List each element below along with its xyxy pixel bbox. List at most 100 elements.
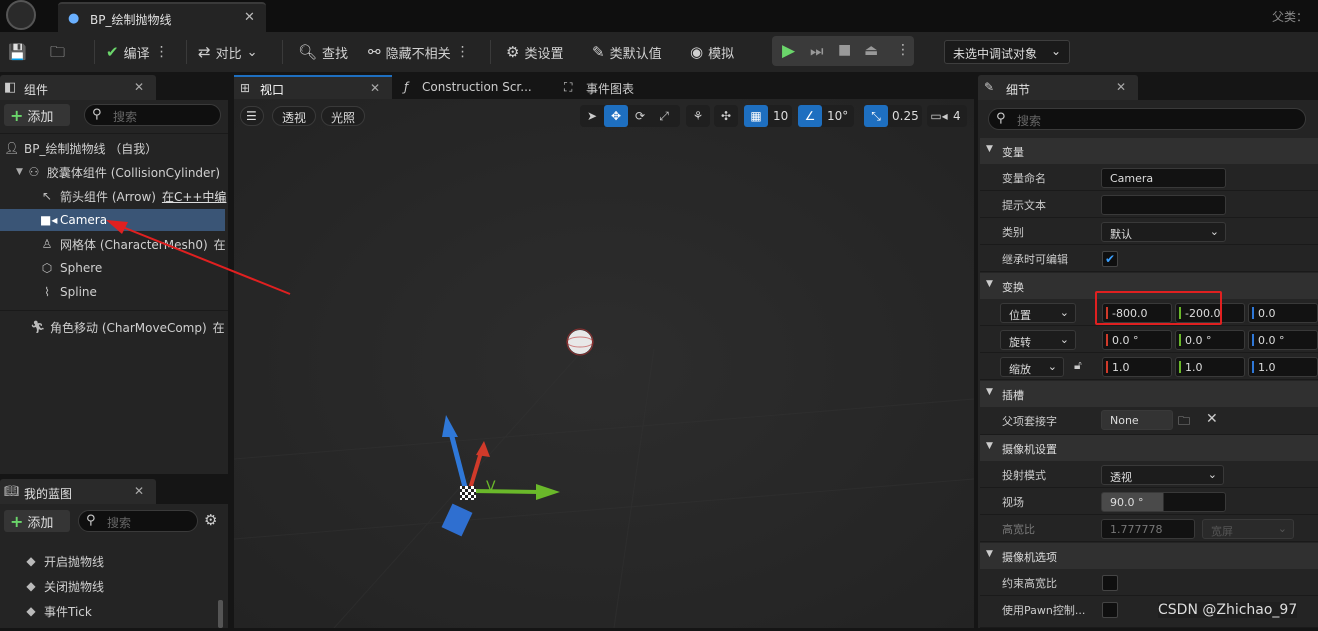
add-blueprint-item-button[interactable]: + 添加 bbox=[4, 510, 70, 532]
chevron-down-icon: ⌄ bbox=[1209, 225, 1219, 238]
simulate-icon: ◉ bbox=[690, 42, 704, 61]
rotation-y-field[interactable]: 0.0 ° bbox=[1175, 330, 1245, 350]
parent-class-label: 父类： bbox=[1271, 10, 1308, 24]
annotation-arrow bbox=[106, 220, 291, 295]
simulate-button[interactable]: ◉ 模拟 bbox=[690, 40, 734, 64]
simulate-label: 模拟 bbox=[708, 46, 735, 62]
location-mode-select[interactable]: 位置 ⌄ bbox=[1000, 303, 1076, 323]
editable-checkbox[interactable]: ✔ bbox=[1102, 251, 1118, 267]
step-icon[interactable]: ⏭ bbox=[810, 42, 824, 60]
collapse-arrow-icon: ▼ bbox=[986, 144, 993, 154]
pawn-control-checkbox[interactable] bbox=[1102, 602, 1118, 618]
section-camera-options[interactable]: ▼ 摄像机选项 bbox=[980, 543, 1318, 569]
sphere-component[interactable] bbox=[566, 328, 594, 356]
rotation-z-field[interactable]: 0.0 ° bbox=[1248, 330, 1318, 350]
list-item[interactable]: ◆ 关闭抛物线 bbox=[24, 575, 220, 597]
field-value: 默认 bbox=[1110, 228, 1132, 241]
debug-target-select[interactable]: 未选中调试对象 ⌄ bbox=[944, 40, 1070, 64]
rotation-x-field[interactable]: 0.0 ° bbox=[1102, 330, 1172, 350]
field-value: 0.0 ° bbox=[1112, 334, 1139, 347]
world-local-toggle[interactable]: ⚘ bbox=[686, 105, 710, 127]
field-label: 父项套接字 bbox=[1002, 415, 1057, 428]
rotate-tool-icon[interactable]: ⟳ bbox=[628, 105, 652, 127]
collapse-arrow-icon: ▼ bbox=[986, 387, 993, 397]
camera-speed-control[interactable]: ▭◂ 4 bbox=[927, 105, 967, 127]
row-parent-socket: 父项套接字 None 🗀 ✕ bbox=[980, 407, 1318, 435]
field-value: 0.0 bbox=[1258, 307, 1276, 320]
tooltip-field[interactable] bbox=[1101, 195, 1226, 215]
scale-tool-icon[interactable]: ⤢ bbox=[652, 105, 676, 127]
more-options-icon[interactable]: ⋮ bbox=[456, 44, 470, 60]
select-tool-icon[interactable]: ➤ bbox=[580, 105, 604, 127]
tab-event-graph[interactable]: ⛶ 事件图表 bbox=[560, 77, 690, 99]
rotation-mode-select[interactable]: 旋转 ⌄ bbox=[1000, 330, 1076, 350]
blueprint-search-input[interactable]: ⚲ 搜索 bbox=[78, 510, 198, 532]
scrollbar[interactable] bbox=[218, 600, 223, 628]
chevron-down-icon: ⌄ bbox=[1059, 306, 1069, 319]
list-item[interactable]: ◆ 开启抛物线 bbox=[24, 550, 220, 572]
move-tool-icon[interactable]: ✥ bbox=[604, 105, 628, 127]
class-settings-label: 类设置 bbox=[524, 46, 564, 62]
section-label: 变量 bbox=[1002, 146, 1024, 159]
tab-construction-script[interactable]: ƒ Construction Scr... bbox=[396, 77, 554, 99]
scale-x-field[interactable]: 1.0 bbox=[1102, 357, 1172, 377]
scale-snap-icon[interactable]: ⤡ bbox=[864, 105, 888, 127]
collapse-arrow-icon: ▼ bbox=[986, 549, 993, 559]
row-variable-name: 变量命名 Camera bbox=[980, 164, 1318, 191]
gear-icon[interactable]: ⚙ bbox=[204, 511, 217, 529]
section-camera-settings[interactable]: ▼ 摄像机设置 bbox=[980, 435, 1318, 461]
variable-name-field[interactable]: Camera bbox=[1101, 168, 1226, 188]
scale-mode-select[interactable]: 缩放 ⌄ bbox=[1000, 357, 1064, 377]
projection-mode-select[interactable]: 透视 ⌄ bbox=[1101, 465, 1224, 485]
eject-icon[interactable]: ⏏ bbox=[864, 41, 878, 59]
list-item[interactable]: ◆ 事件Tick bbox=[24, 600, 220, 622]
field-value: 缩放 bbox=[1009, 363, 1031, 376]
scale-snap-value: 0.25 bbox=[892, 109, 919, 123]
location-z-field[interactable]: 0.0 bbox=[1248, 303, 1318, 323]
more-options-icon[interactable]: ⋮ bbox=[896, 42, 910, 58]
constrain-aspect-checkbox[interactable] bbox=[1102, 575, 1118, 591]
stop-icon[interactable]: ■ bbox=[838, 42, 851, 58]
close-icon[interactable]: ✕ bbox=[134, 484, 144, 498]
lock-icon[interactable]: 🔓︎ bbox=[1074, 358, 1082, 373]
field-value: 位置 bbox=[1009, 309, 1031, 322]
section-variable[interactable]: ▼ 变量 bbox=[980, 138, 1318, 164]
section-label: 变换 bbox=[1002, 281, 1024, 294]
watermark: CSDN @Zhichao_97 bbox=[1158, 602, 1298, 618]
class-defaults-button[interactable]: ✎ 类默认值 bbox=[592, 40, 662, 64]
play-icon[interactable]: ▶ bbox=[782, 41, 795, 61]
tab-event-graph-label: 事件图表 bbox=[586, 82, 635, 96]
close-icon[interactable]: ✕ bbox=[1116, 80, 1126, 94]
scale-z-field[interactable]: 1.0 bbox=[1248, 357, 1318, 377]
field-value: 1.0 bbox=[1185, 361, 1203, 374]
clear-icon[interactable]: ✕ bbox=[1206, 411, 1218, 427]
parent-socket-field[interactable]: None bbox=[1101, 410, 1173, 430]
surface-snap-toggle[interactable]: ✣ bbox=[714, 105, 738, 127]
details-search-input[interactable]: ⚲ 搜索 bbox=[988, 108, 1306, 130]
scale-snap-control[interactable]: ⤡ 0.25 bbox=[864, 105, 922, 127]
class-settings-button[interactable]: ⚙ 类设置 bbox=[506, 40, 563, 64]
collapse-arrow-icon: ▼ bbox=[986, 279, 993, 289]
search-placeholder: 搜索 bbox=[1017, 114, 1042, 128]
surface-snap-icon: ✣ bbox=[720, 109, 732, 123]
rotation-snap-control[interactable]: ∠ 10° bbox=[798, 105, 854, 127]
field-value: 90.0 ° bbox=[1110, 496, 1144, 509]
row-scale: 缩放 ⌄ 🔓︎ 1.0 1.0 1.0 bbox=[980, 353, 1318, 380]
fov-slider[interactable]: 90.0 ° bbox=[1101, 492, 1226, 512]
details-tab[interactable]: ✎ 细节 ✕ bbox=[978, 75, 1138, 101]
folder-search-icon[interactable]: 🗀 bbox=[1178, 412, 1190, 433]
highlight-box bbox=[1095, 291, 1222, 325]
angle-icon[interactable]: ∠ bbox=[798, 105, 822, 127]
list-item-label: 关闭抛物线 bbox=[44, 579, 105, 594]
transform-tools: ➤ ✥ ⟳ ⤢ bbox=[580, 105, 680, 127]
category-select[interactable]: 默认 ⌄ bbox=[1101, 222, 1226, 242]
grid-icon[interactable]: ▦ bbox=[744, 105, 768, 127]
scale-y-field[interactable]: 1.0 bbox=[1175, 357, 1245, 377]
field-label: 约束高宽比 bbox=[1002, 577, 1057, 590]
grid-snap-control[interactable]: ▦ 10 bbox=[744, 105, 792, 127]
search-placeholder: 搜索 bbox=[107, 516, 132, 530]
section-sockets[interactable]: ▼ 插槽 bbox=[980, 381, 1318, 407]
camera-icon[interactable]: ▭◂ bbox=[927, 105, 951, 127]
my-blueprint-tab[interactable]: 📖︎ 我的蓝图 ✕ bbox=[0, 479, 156, 505]
field-value: 透视 bbox=[1110, 471, 1132, 484]
